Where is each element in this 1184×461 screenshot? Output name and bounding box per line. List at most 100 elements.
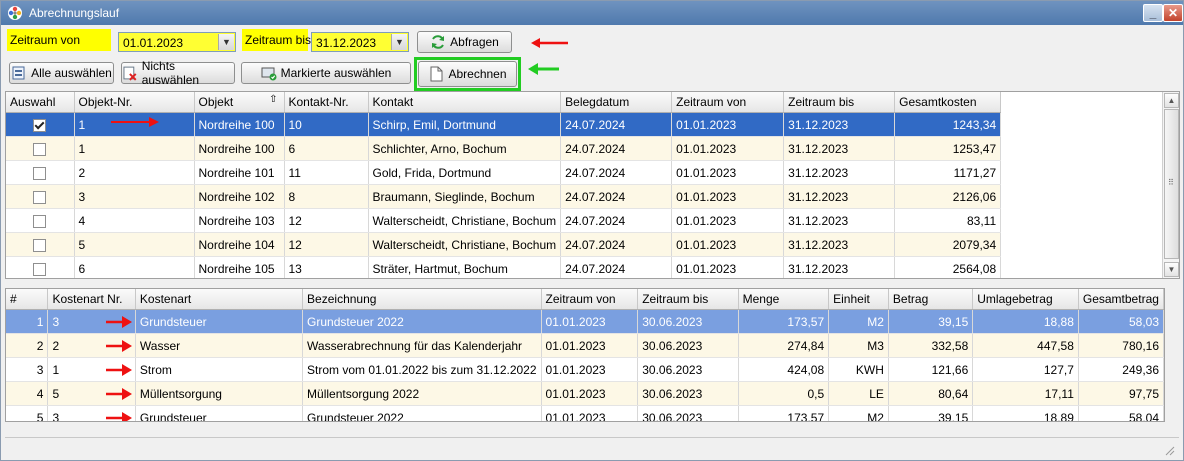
select-all-button[interactable]: Alle auswählen xyxy=(9,62,114,84)
object-row[interactable]: 2 Nordreihe 101 11 Gold, Frida, Dortmund 24.… xyxy=(6,160,1175,185)
select-cell[interactable] xyxy=(6,256,75,278)
resize-grip-icon[interactable] xyxy=(1163,444,1175,456)
einheit-cell: M2 xyxy=(828,405,889,421)
select-cell[interactable] xyxy=(6,112,75,137)
col-gesamtkosten[interactable]: Gesamtkosten xyxy=(894,92,1002,113)
billing-objects-grid[interactable]: Auswahl Objekt-Nr. Objekt ⇧ Kontakt-Nr. K… xyxy=(5,91,1180,279)
kontakt-cell: Walterscheidt, Christiane, Bochum xyxy=(368,208,562,233)
gesamtkosten-cell: 83,11 xyxy=(894,208,1002,233)
col-gesamtbetrag[interactable]: Gesamtbetrag xyxy=(1078,289,1164,310)
select-cell[interactable] xyxy=(6,232,75,257)
zeitraum-von-cell: 01.01.2023 xyxy=(541,357,639,382)
select-checkbox[interactable] xyxy=(33,190,47,204)
from-date-picker[interactable]: 01.01.2023 ▼ xyxy=(118,32,236,52)
minimize-button[interactable]: _ xyxy=(1143,4,1163,22)
zeitraum-von-cell: 01.01.2023 xyxy=(671,112,785,137)
betrag-cell: 121,66 xyxy=(888,357,974,382)
select-checkbox[interactable] xyxy=(33,214,47,228)
objekt-cell: Nordreihe 103 xyxy=(194,208,285,233)
betrag-cell: 39,15 xyxy=(888,309,974,334)
filler-cell xyxy=(1000,232,1175,257)
costs-table: # Kostenart Nr. Kostenart Bezeichnung Ze… xyxy=(6,289,1164,422)
objects-scrollbar[interactable]: ▲ ⠿ ▼ xyxy=(1162,92,1179,278)
cost-row[interactable]: 5 3 Grundsteuer Grundsteuer 2022 01.01.2023 3… xyxy=(6,405,1164,422)
bezeichnung-cell: Wasserabrechnung für das Kalenderjahr xyxy=(302,333,542,358)
row-number-cell: 4 xyxy=(6,381,49,406)
zeitraum-von-cell: 01.01.2023 xyxy=(671,136,785,161)
title-bar[interactable]: Abrechnungslauf _ ✕ xyxy=(1,1,1183,25)
scroll-down-icon[interactable]: ▼ xyxy=(1164,262,1179,277)
object-row[interactable]: 6 Nordreihe 105 13 Sträter, Hartmut, Bochum… xyxy=(6,256,1175,278)
col-kontakt[interactable]: Kontakt xyxy=(368,92,562,113)
chevron-down-icon[interactable]: ▼ xyxy=(218,34,234,50)
select-cell[interactable] xyxy=(6,136,75,161)
filler-cell xyxy=(1000,136,1175,161)
object-row[interactable]: 5 Nordreihe 104 12 Walterscheidt, Christian… xyxy=(6,232,1175,257)
cost-row[interactable]: 2 2 Wasser Wasserabrechnung für das Kalende… xyxy=(6,333,1164,358)
select-cell[interactable] xyxy=(6,184,75,209)
col-einheit[interactable]: Einheit xyxy=(828,289,889,310)
settle-button[interactable]: Abrechnen xyxy=(418,61,517,87)
belegdatum-cell: 24.07.2024 xyxy=(560,136,673,161)
row-number-cell: 2 xyxy=(6,333,49,358)
col-belegdatum[interactable]: Belegdatum xyxy=(560,92,673,113)
col-betrag[interactable]: Betrag xyxy=(888,289,974,310)
col-zeitraum-von[interactable]: Zeitraum von xyxy=(671,92,785,113)
col-objekt-nr[interactable]: Objekt-Nr. xyxy=(74,92,195,113)
object-row[interactable]: 1 Nordreihe 100 10 Schirp, Emil, Dortmund 24… xyxy=(6,112,1175,137)
object-row[interactable]: 4 Nordreihe 103 12 Walterscheidt, Christian… xyxy=(6,208,1175,233)
col-auswahl[interactable]: Auswahl xyxy=(6,92,75,113)
cost-row[interactable]: 1 3 Grundsteuer Grundsteuer 2022 01.01.2023 3… xyxy=(6,309,1164,334)
select-cell[interactable] xyxy=(6,208,75,233)
grid-splitter[interactable] xyxy=(5,281,1179,287)
objekt-nr-cell: 1 xyxy=(74,136,195,161)
cost-details-grid[interactable]: # Kostenart Nr. Kostenart Bezeichnung Ze… xyxy=(5,288,1165,422)
zeitraum-von-cell: 01.01.2023 xyxy=(541,309,639,334)
select-checkbox[interactable] xyxy=(33,166,47,180)
col-objekt[interactable]: Objekt ⇧ xyxy=(194,92,285,113)
objekt-cell: Nordreihe 102 xyxy=(194,184,285,209)
to-date-picker[interactable]: 31.12.2023 ▼ xyxy=(311,32,409,52)
select-checkbox[interactable] xyxy=(33,142,47,156)
col-filler xyxy=(1000,92,1175,113)
filler-cell xyxy=(1000,208,1175,233)
select-checkbox[interactable] xyxy=(33,262,47,276)
col-umlagebetrag[interactable]: Umlagebetrag xyxy=(972,289,1079,310)
query-button-label: Abfragen xyxy=(450,35,499,49)
belegdatum-cell: 24.07.2024 xyxy=(560,112,673,137)
col-menge[interactable]: Menge xyxy=(738,289,830,310)
col-kostenart[interactable]: Kostenart xyxy=(135,289,304,310)
select-all-icon xyxy=(12,66,25,80)
col-kontakt-nr[interactable]: Kontakt-Nr. xyxy=(284,92,369,113)
query-button[interactable]: Abfragen xyxy=(417,31,512,53)
select-none-button[interactable]: Nichts auswählen xyxy=(121,59,235,87)
close-button[interactable]: ✕ xyxy=(1163,4,1183,22)
cost-row[interactable]: 4 5 Müllentsorgung Müllentsorgung 2022 01.01… xyxy=(6,381,1164,406)
select-checkbox[interactable] xyxy=(33,238,47,252)
kostenart-nr-value: 3 xyxy=(52,410,60,422)
col-kostenart-nr[interactable]: Kostenart Nr. xyxy=(47,289,136,310)
gesamtbetrag-cell: 249,36 xyxy=(1078,357,1164,382)
col-zeitraum-bis[interactable]: Zeitraum bis xyxy=(783,92,896,113)
cost-row[interactable]: 3 1 Strom Strom vom 01.01.2022 bis zum 31.1… xyxy=(6,357,1164,382)
select-checkbox[interactable] xyxy=(33,118,47,132)
kontakt-nr-cell: 12 xyxy=(284,232,369,257)
object-row[interactable]: 3 Nordreihe 102 8 Braumann, Sieglinde, Boch… xyxy=(6,184,1175,209)
annotation-green-arrow-icon xyxy=(528,63,559,75)
select-marked-button[interactable]: Markierte auswählen xyxy=(241,62,411,84)
object-row[interactable]: 1 Nordreihe 100 6 Schlichter, Arno, Bochum 2… xyxy=(6,136,1175,161)
col-zeitraum-bis[interactable]: Zeitraum bis xyxy=(637,289,739,310)
select-cell[interactable] xyxy=(6,160,75,185)
zeitraum-von-cell: 01.01.2023 xyxy=(671,208,785,233)
col-row-number[interactable]: # xyxy=(6,289,49,310)
scroll-up-icon[interactable]: ▲ xyxy=(1164,93,1179,108)
chevron-down-icon[interactable]: ▼ xyxy=(391,34,407,50)
kontakt-cell: Gold, Frida, Dortmund xyxy=(368,160,562,185)
col-bezeichnung[interactable]: Bezeichnung xyxy=(302,289,542,310)
col-zeitraum-von[interactable]: Zeitraum von xyxy=(541,289,639,310)
bezeichnung-cell: Strom vom 01.01.2022 bis zum 31.12.2022 xyxy=(302,357,542,382)
kontakt-cell: Sträter, Hartmut, Bochum xyxy=(368,256,562,278)
scroll-thumb[interactable]: ⠿ xyxy=(1164,109,1179,259)
zeitraum-von-cell: 01.01.2023 xyxy=(671,232,785,257)
app-flower-icon xyxy=(8,6,22,20)
